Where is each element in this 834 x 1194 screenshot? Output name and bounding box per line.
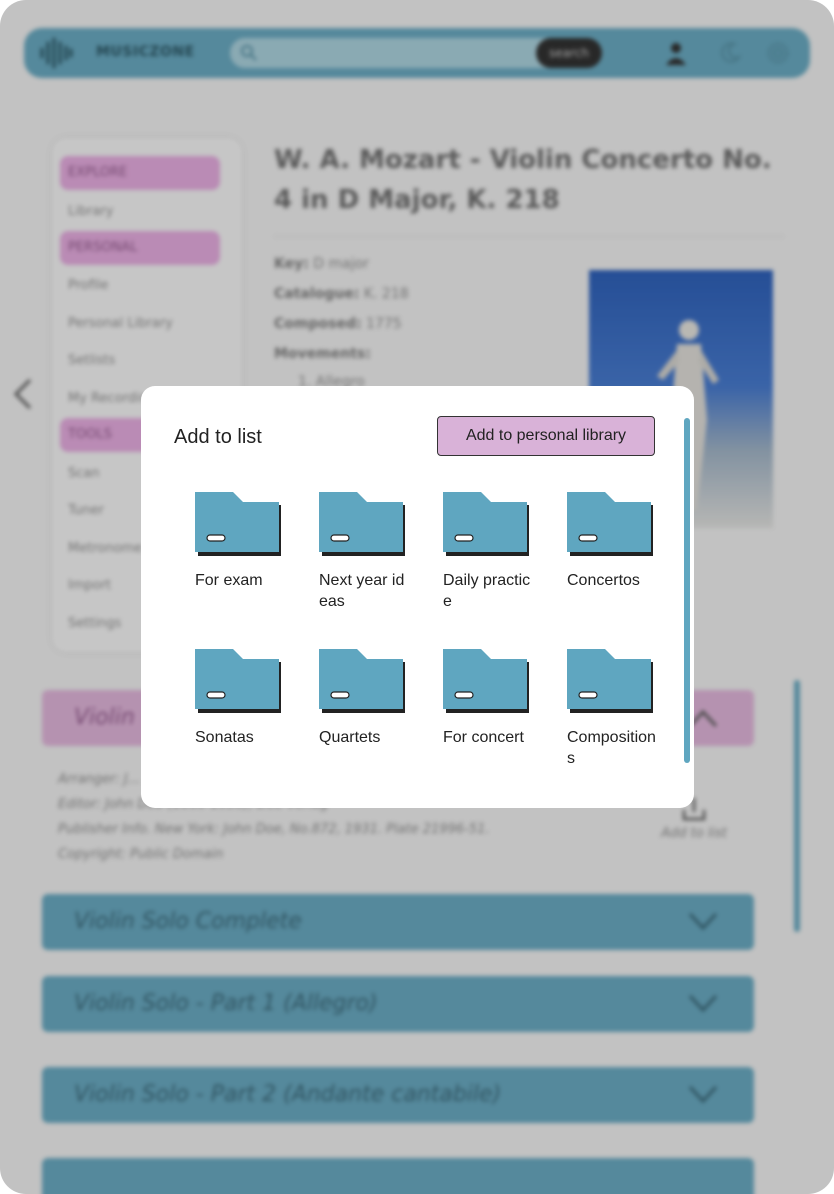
- tablet-screen: MUSICZONE search EXPLORE Library PERSONA…: [0, 0, 834, 1194]
- folder-label: For concert: [443, 729, 524, 746]
- folder-label: Concertos: [567, 572, 640, 589]
- folder-icon: [567, 492, 653, 556]
- folder-icon: [567, 649, 653, 713]
- dialog-scrollbar[interactable]: [684, 418, 690, 763]
- add-to-personal-library-button[interactable]: Add to personal library: [437, 416, 655, 456]
- folder-icon: [195, 649, 281, 713]
- dialog-title: Add to list: [174, 426, 262, 448]
- folder-concertos[interactable]: Concertos: [567, 492, 677, 591]
- folder-daily-practice[interactable]: Daily practice: [443, 492, 553, 612]
- folder-quartets[interactable]: Quartets: [319, 649, 429, 748]
- folder-icon: [443, 492, 529, 556]
- folder-icon: [319, 492, 405, 556]
- folder-sonatas[interactable]: Sonatas: [195, 649, 305, 748]
- folder-for-exam[interactable]: For exam: [195, 492, 305, 591]
- add-to-list-dialog: Add to list Add to personal library For …: [141, 386, 694, 808]
- folder-icon: [319, 649, 405, 713]
- folder-label: Next year ideas: [319, 572, 405, 610]
- folder-next-year-ideas[interactable]: Next year ideas: [319, 492, 429, 612]
- folder-icon: [195, 492, 281, 556]
- folder-label: Sonatas: [195, 729, 254, 746]
- folder-compositions[interactable]: Compositions: [567, 649, 677, 769]
- folder-label: Quartets: [319, 729, 381, 746]
- folder-icon: [443, 649, 529, 713]
- folder-label: Compositions: [567, 729, 656, 767]
- folder-for-concert[interactable]: For concert: [443, 649, 553, 748]
- folder-label: For exam: [195, 572, 263, 589]
- folder-label: Daily practice: [443, 572, 531, 610]
